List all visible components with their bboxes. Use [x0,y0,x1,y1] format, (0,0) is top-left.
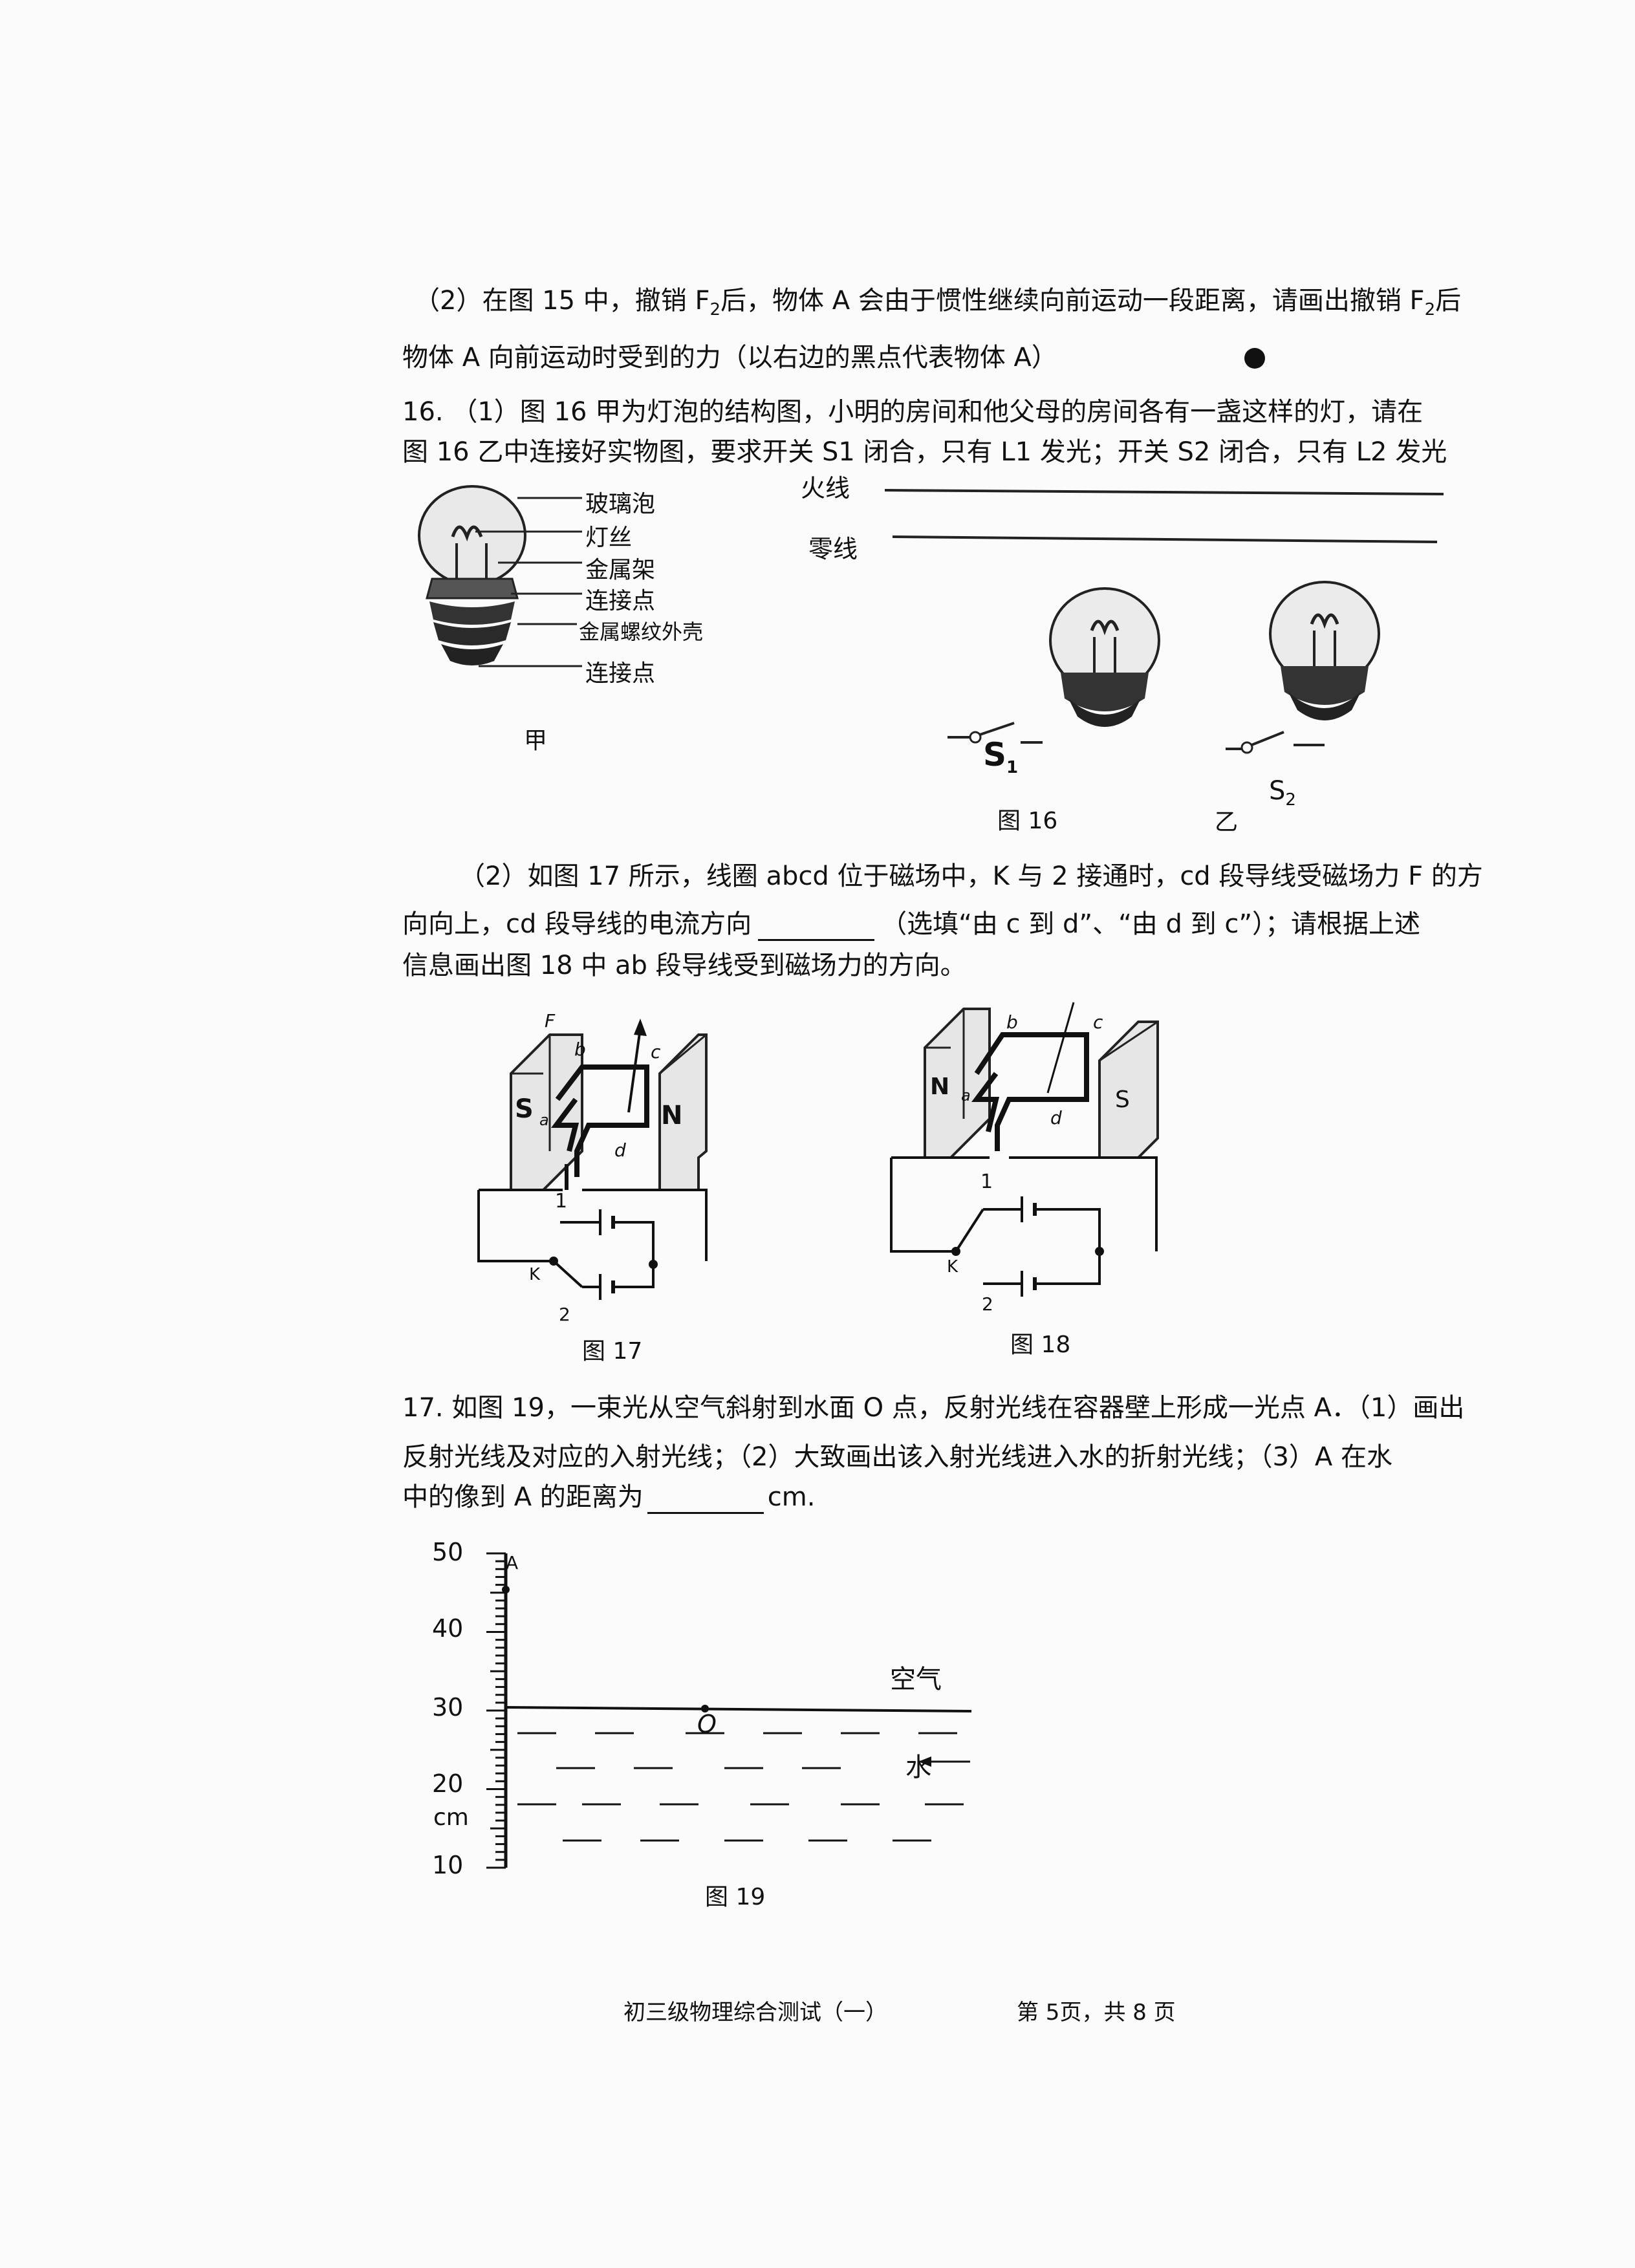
fig17-pole-n: N [661,1101,683,1130]
fig17-force-label: F [545,1010,556,1031]
water-dashes [517,1732,964,1842]
q16-part1-line1: 16. （1）图 16 甲为灯泡的结构图，小明的房间和他父母的房间各有一盏这样的… [402,397,1424,427]
footer-page: 第 5页，共 8 页 [1017,2000,1176,2025]
fig17-one-label: 1 [555,1190,568,1213]
bulb-l1-drawing [1049,587,1160,727]
fig17-k-label: K [529,1265,541,1284]
q15-line1: （2）在图 15 中，撤销 F2后，物体 A 会由于惯性继续向前运动一段距离，请… [414,286,1462,319]
air-label: 空气 [890,1665,942,1694]
fig17-c-label: c [651,1041,661,1063]
bulb-label-glass: 玻璃泡 [585,491,656,517]
fig18-caption: 图 18 [1010,1332,1071,1358]
fig16-caption: 图 16 [997,808,1058,834]
fig17-pole-s: S [515,1094,534,1124]
bulb-label-contact: 连接点 [585,588,656,614]
bulb-label-filament: 灯丝 [585,524,633,551]
fig18-pole-s: S [1115,1086,1130,1113]
answer-blank-distance[interactable] [647,1482,764,1514]
bulb-jia-drawing [418,485,582,667]
q17-line3: 中的像到 A 的距离为 cm. [402,1476,815,1514]
q16-part1-line2: 图 16 乙中连接好实物图，要求开关 S1 闭合，只有 L1 发光；开关 S2 … [402,437,1447,467]
tick-10: 10 [432,1851,464,1879]
fig18-a-label: a [961,1086,971,1105]
bulb-l2-drawing [1269,581,1380,720]
neutral-wire-line [892,535,1438,543]
water-surface-line [505,1706,972,1712]
unit-cm: cm [433,1804,469,1831]
ruler-scale [486,1552,508,1869]
q17-line2: 反射光线及对应的入射光线；（2）大致画出该入射光线进入水的折射光线；（3）A 在… [402,1442,1392,1472]
fig18-pole-n: N [930,1074,950,1100]
neutral-wire-label: 零线 [808,535,858,563]
fig17-two-label: 2 [559,1304,570,1325]
fig17-caption: 图 17 [582,1338,643,1365]
q16-part2-line1: （2）如图 17 所示，线圈 abcd 位于磁场中，K 与 2 接通时，cd 段… [459,861,1483,891]
fig17-b-label: b [574,1039,586,1060]
fig18-b-label: b [1006,1011,1018,1033]
fig17-magnets [477,1019,708,1300]
fig18-c-label: c [1093,1011,1103,1033]
fig19-caption: 图 19 [705,1884,766,1910]
fig18-magnets [890,1002,1159,1297]
footer-title: 初三级物理综合测试（一） [623,2000,887,2025]
fig17-d-label: d [614,1139,626,1161]
fig18-one-label: 1 [980,1171,993,1193]
fig17-a-label: a [539,1111,549,1129]
switch-s2-label: S2 [1269,776,1296,810]
point-a-dot [502,1586,510,1593]
fig18-k-label: K [947,1257,958,1277]
bulb-label-shell: 金属螺纹外壳 [579,620,704,644]
point-o-label: O [697,1710,717,1738]
switch-s1-label: S1 [983,736,1019,777]
water-label: 水 [905,1753,931,1782]
live-wire-line [884,489,1444,495]
bulb-label-contact2: 连接点 [585,660,656,687]
live-wire-label: 火线 [801,474,850,502]
q16-part2-line2: 向向上，cd 段导线的电流方向 （选填“由 c 到 d”、“由 d 到 c”）；… [402,903,1420,941]
tick-30: 30 [432,1693,464,1722]
answer-blank-current[interactable] [758,909,875,941]
label-yi: 乙 [1215,809,1239,836]
object-a-dot [1244,348,1265,369]
tick-50: 50 [432,1538,464,1566]
q17-line1: 17. 如图 19，一束光从空气斜射到水面 O 点，反射光线在容器壁上形成一光点… [402,1393,1465,1423]
switch-s2-drawing [1226,731,1325,754]
q15-line2: 物体 A 向前运动时受到的力（以右边的黑点代表物体 A） [402,343,1057,373]
fig18-d-label: d [1050,1107,1062,1129]
q16-part2-line3: 信息画出图 18 中 ab 段导线受到磁场力的方向。 [402,951,966,980]
point-a-label: A [506,1552,519,1573]
fig18-two-label: 2 [982,1293,993,1315]
bulb-label-frame: 金属架 [585,557,656,583]
tick-20: 20 [432,1769,464,1798]
tick-40: 40 [432,1614,464,1643]
label-jia: 甲 [524,728,548,754]
